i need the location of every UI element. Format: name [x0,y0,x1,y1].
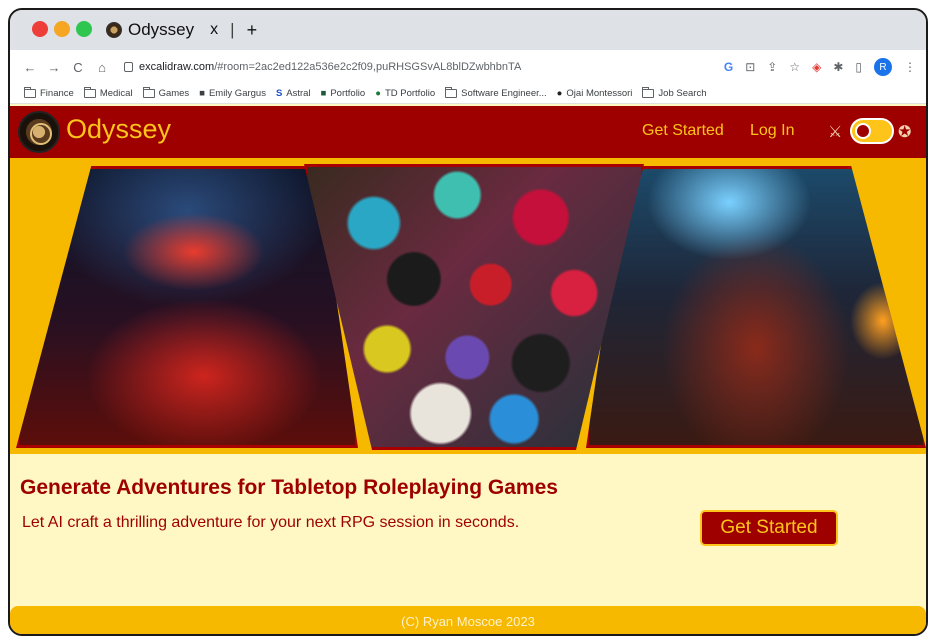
s-logo-icon: S [275,88,283,99]
address-bar[interactable]: excalidraw.com/#room=2ac2ed122a536e2c2f0… [124,55,521,79]
theme-toggle[interactable] [850,118,894,144]
nav-log-in-link[interactable]: Log In [750,122,794,140]
home-button[interactable]: ⌂ [92,60,112,75]
sidebar-icon[interactable]: ▯ [855,60,862,74]
bookmark-label: Ojai Montessori [566,88,633,99]
title-bar: Odyssey x | + [10,10,926,50]
bookmark-finance[interactable]: Finance [24,87,74,99]
folder-icon [142,87,155,98]
folder-icon [83,87,96,98]
bookmark-emily-gargus[interactable]: ■ Emily Gargus [199,88,266,99]
new-tab-button[interactable]: + [247,20,258,41]
bookmark-label: Emily Gargus [208,88,266,99]
tab-close-button[interactable]: x [210,21,218,39]
page-footer: (C) Ryan Moscoe 2023 [10,606,926,634]
browser-toolbar: ← → C ⌂ excalidraw.com/#room=2ac2ed122a5… [10,50,926,84]
planet-icon: ✪ [898,124,912,141]
bookmarks-bar: Finance Medical Games ■ Emily Gargus S Ast… [10,84,926,104]
odyssey-favicon-icon [106,22,122,38]
dwarf-warriors-image [586,166,926,448]
extension-icon[interactable]: ◈ [812,60,821,74]
folder-icon [24,87,36,98]
odyssey-logo[interactable] [18,111,60,153]
bookmark-medical[interactable]: Medical [83,87,133,99]
install-icon[interactable]: ⊡ [745,60,755,74]
toggle-knob [855,123,871,139]
bookmark-star-icon[interactable]: ☆ [789,60,800,74]
dragon-scene-image [16,166,358,448]
bookmark-label: Astral [286,88,311,99]
brand-title[interactable]: Odyssey [66,114,171,145]
reload-button[interactable]: C [68,60,88,75]
close-window-button[interactable] [32,21,48,37]
nav-get-started-link[interactable]: Get Started [642,122,724,140]
cube-icon: ■ [199,88,205,99]
square-icon: ■ [320,88,327,99]
google-icon[interactable]: G [724,60,733,74]
bookmark-label: Software Engineer... [461,88,547,99]
folder-icon [445,87,458,98]
back-button[interactable]: ← [20,60,40,75]
url-host: excalidraw.com [139,61,215,73]
browser-tab[interactable]: Odyssey x | + [106,17,257,43]
maximize-window-button[interactable] [76,21,92,37]
profile-avatar[interactable]: R [874,58,892,76]
page-headline: Generate Adventures for Tabletop Rolepla… [20,476,558,499]
circle-icon: ● [375,88,381,99]
sword-icon: ⚔ [828,124,843,141]
bookmark-portfolio[interactable]: ■ Portfolio [321,88,366,99]
url-path: /#room=2ac2ed122a536e2c2f09,puRHSGSvAL8b… [214,61,522,73]
bookmark-label: Portfolio [330,88,366,99]
forward-button[interactable]: → [44,60,64,75]
menu-icon[interactable]: ⋮ [904,60,916,74]
circle-icon: ● [556,88,563,99]
page-subheadline: Let AI craft a thrilling adventure for y… [22,514,520,531]
bookmark-job-search[interactable]: Job Search [642,87,707,99]
get-started-button[interactable]: Get Started [700,510,838,546]
hero-banner [10,158,926,454]
bookmark-label: Games [158,88,190,99]
bookmark-label: Medical [99,88,133,99]
bookmark-astral[interactable]: S Astral [276,88,311,99]
bookmark-label: Finance [40,88,74,99]
app-header: Odyssey Get Started Log In ⚔ ✪ [10,106,926,158]
puzzle-icon[interactable]: ✱ [833,60,843,74]
share-icon[interactable]: ⇪ [767,60,777,74]
bookmark-label: Job Search [658,88,707,99]
bookmark-games[interactable]: Games [142,87,190,99]
lock-icon [124,62,133,72]
browser-window: Odyssey x | + ← → C ⌂ excalidraw.com/#ro… [8,8,928,636]
toolbar-actions: G ⊡ ⇪ ☆ ◈ ✱ ▯ R ⋮ [724,50,916,84]
minimize-window-button[interactable] [54,21,70,37]
tab-separator: | [230,20,235,39]
bookmark-label: TD Portfolio [384,88,436,99]
folder-icon [642,87,655,98]
bookmark-software-engineer[interactable]: Software Engineer... [445,87,547,99]
bookmark-td-portfolio[interactable]: ● TD Portfolio [375,88,435,99]
bookmark-ojai-montessori[interactable]: ● Ojai Montessori [557,88,633,99]
tab-title: Odyssey [128,20,195,39]
